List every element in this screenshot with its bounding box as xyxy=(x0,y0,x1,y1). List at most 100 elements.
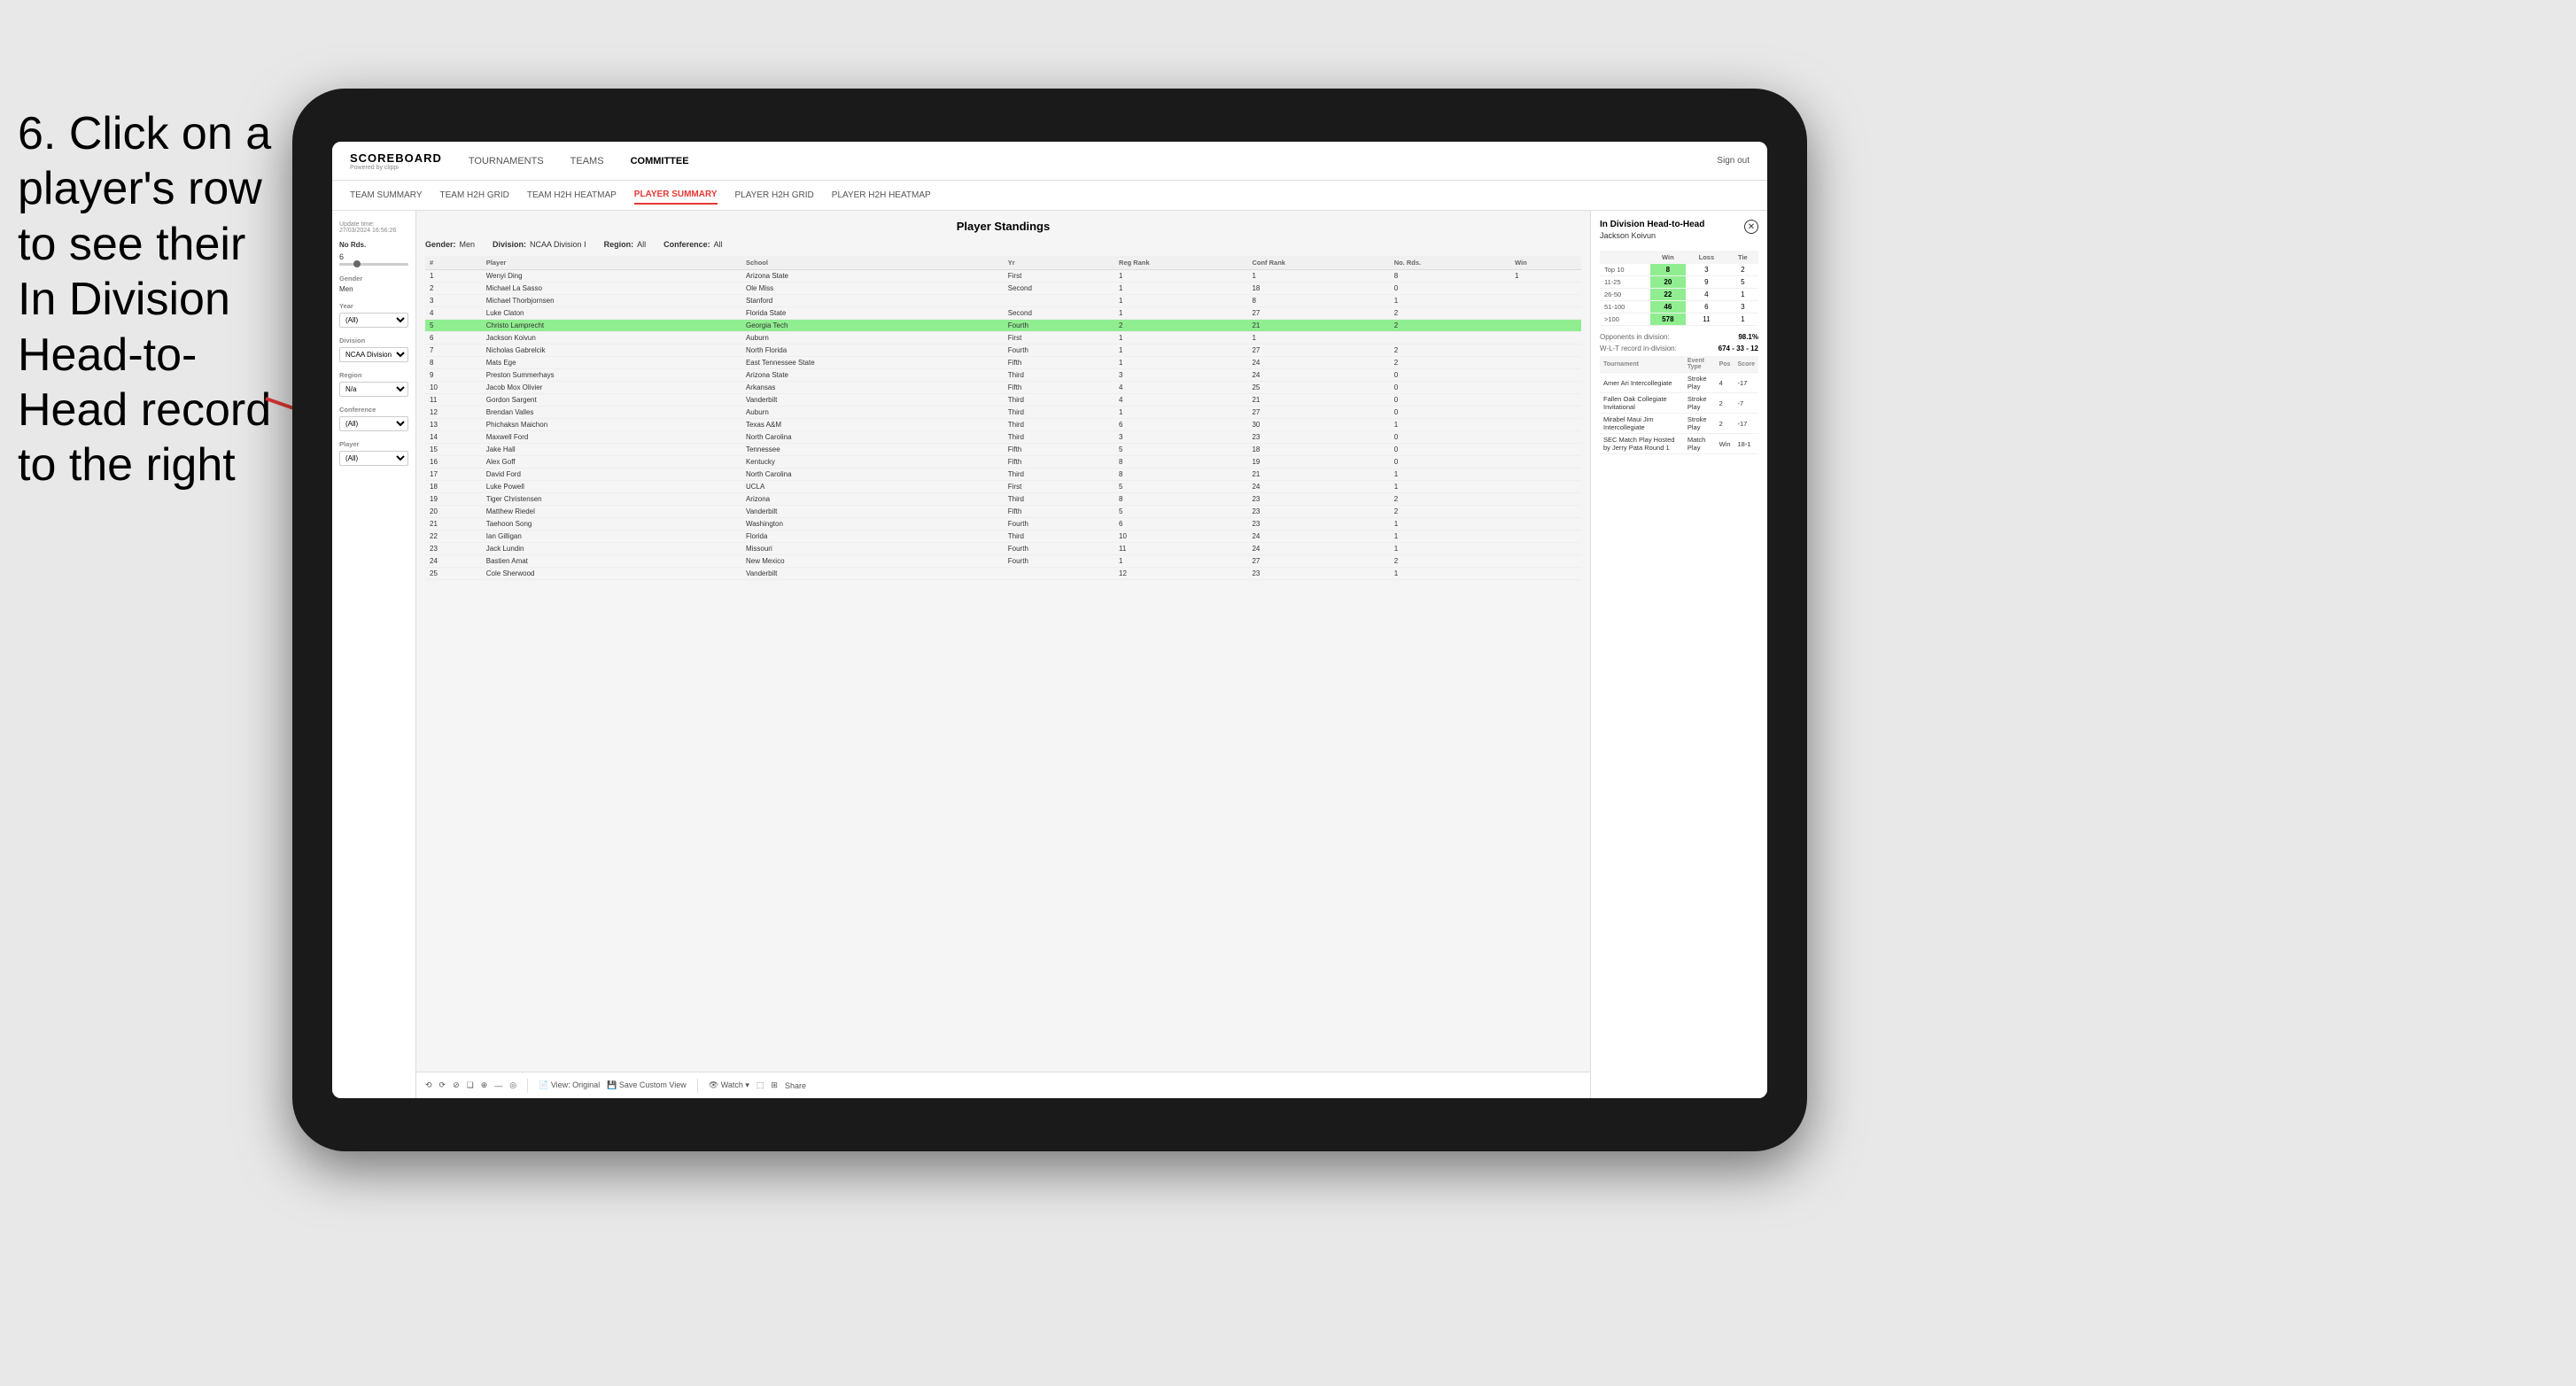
nav-tournaments[interactable]: TOURNAMENTS xyxy=(469,152,544,170)
table-row[interactable]: 10 Jacob Mox Olivier Arkansas Fifth 4 25… xyxy=(425,382,1581,394)
table-row[interactable]: 8 Mats Ege East Tennessee State Fifth 1 … xyxy=(425,357,1581,369)
tournament-row: SEC Match Play Hosted by Jerry Pata Roun… xyxy=(1600,434,1758,454)
col-conf-rank: Conf Rank xyxy=(1247,256,1389,270)
region-select[interactable]: N/a xyxy=(339,382,408,397)
table-row[interactable]: 22 Ian Gilligan Florida Third 10 24 1 xyxy=(425,530,1581,543)
table-row[interactable]: 4 Luke Claton Florida State Second 1 27 … xyxy=(425,307,1581,320)
add-button[interactable]: ⊕ xyxy=(481,1080,488,1090)
save-custom-view-button[interactable]: 💾 Save Custom View xyxy=(607,1080,687,1090)
watch-button[interactable]: 👁 Watch ▾ xyxy=(709,1080,749,1090)
cell-num: 8 xyxy=(425,357,482,369)
table-row[interactable]: 6 Jackson Koivun Auburn First 1 1 xyxy=(425,332,1581,345)
division-select[interactable]: NCAA Division I xyxy=(339,347,408,362)
table-row[interactable]: 7 Nicholas Gabrelcik North Florida Fourt… xyxy=(425,345,1581,357)
tournament-row: Mirabel Maui Jim Intercollegiate Stroke … xyxy=(1600,414,1758,434)
tournament-cell-pos: Win xyxy=(1716,434,1734,454)
sign-out-button[interactable]: Sign out xyxy=(1717,156,1750,166)
tournament-table: Tournament Event Type Pos Score Amer Ari… xyxy=(1600,356,1758,454)
cell-reg: 10 xyxy=(1114,530,1247,543)
table-row[interactable]: 18 Luke Powell UCLA First 5 24 1 xyxy=(425,481,1581,493)
table-row[interactable]: 16 Alex Goff Kentucky Fifth 8 19 0 xyxy=(425,456,1581,468)
cell-rds: 2 xyxy=(1390,307,1510,320)
cell-conf: 18 xyxy=(1247,283,1389,295)
table-row[interactable]: 15 Jake Hall Tennessee Fifth 5 18 0 xyxy=(425,444,1581,456)
table-row[interactable]: 25 Cole Sherwood Vanderbilt 12 23 1 xyxy=(425,568,1581,580)
cell-win xyxy=(1510,357,1581,369)
separator-2 xyxy=(697,1079,698,1093)
h2h-row: 26-50 22 4 1 xyxy=(1600,289,1758,301)
nav-teams[interactable]: TEAMS xyxy=(570,152,604,170)
table-row[interactable]: 19 Tiger Christensen Arizona Third 8 23 … xyxy=(425,493,1581,506)
cell-num: 14 xyxy=(425,431,482,444)
tournament-cell-type: Match Play xyxy=(1684,434,1716,454)
tab-player-h2h-grid[interactable]: PLAYER H2H GRID xyxy=(735,187,814,204)
table-header-row: # Player School Yr Reg Rank Conf Rank No… xyxy=(425,256,1581,270)
filter-conference: Conference: All xyxy=(663,240,723,249)
h2h-stats-table: Win Loss Tie Top 10 8 3 2 11-25 20 9 5 2… xyxy=(1600,251,1758,326)
grid-button[interactable]: ⊞ xyxy=(771,1080,778,1090)
cell-win xyxy=(1510,444,1581,456)
close-h2h-button[interactable]: ✕ xyxy=(1744,220,1758,234)
table-row[interactable]: 2 Michael La Sasso Ole Miss Second 1 18 … xyxy=(425,283,1581,295)
col-win: Win xyxy=(1510,256,1581,270)
sidebar-conference: Conference (All) xyxy=(339,406,408,431)
tab-player-summary[interactable]: PLAYER SUMMARY xyxy=(634,186,718,205)
tournament-cell-score: -7 xyxy=(1734,393,1758,414)
cell-yr: Fifth xyxy=(1004,456,1114,468)
cell-school: Ole Miss xyxy=(741,283,1004,295)
table-row[interactable]: 14 Maxwell Ford North Carolina Third 3 2… xyxy=(425,431,1581,444)
table-row[interactable]: 23 Jack Lundin Missouri Fourth 11 24 1 xyxy=(425,543,1581,555)
table-row[interactable]: 1 Wenyi Ding Arizona State First 1 1 8 1 xyxy=(425,270,1581,283)
tab-team-h2h-heatmap[interactable]: TEAM H2H HEATMAP xyxy=(527,187,617,204)
cell-school: Georgia Tech xyxy=(741,320,1004,332)
col-player: Player xyxy=(482,256,741,270)
cell-conf: 8 xyxy=(1247,295,1389,307)
filter-region: Region: All xyxy=(604,240,647,249)
minus-button[interactable]: — xyxy=(494,1081,502,1090)
table-row[interactable]: 3 Michael Thorbjornsen Stanford 1 8 1 xyxy=(425,295,1581,307)
tournament-cell-name: Fallen Oak Collegiate Invitational xyxy=(1600,393,1684,414)
cell-conf: 19 xyxy=(1247,456,1389,468)
player-select[interactable]: (All) xyxy=(339,451,408,466)
table-row[interactable]: 11 Gordon Sargent Vanderbilt Third 4 21 … xyxy=(425,394,1581,407)
tab-player-h2h-heatmap[interactable]: PLAYER H2H HEATMAP xyxy=(832,187,931,204)
table-row[interactable]: 24 Bastien Amat New Mexico Fourth 1 27 2 xyxy=(425,555,1581,568)
cell-reg: 2 xyxy=(1114,320,1247,332)
conference-select[interactable]: (All) xyxy=(339,416,408,431)
tournament-cell-name: Mirabel Maui Jim Intercollegiate xyxy=(1600,414,1684,434)
copy-button[interactable]: ❏ xyxy=(467,1080,474,1090)
standings-container: Player Standings Gender: Men Division: N… xyxy=(416,211,1590,1072)
cell-reg: 4 xyxy=(1114,382,1247,394)
standings-table: # Player School Yr Reg Rank Conf Rank No… xyxy=(425,256,1581,580)
reset-button[interactable]: ⊘ xyxy=(453,1080,460,1090)
table-row[interactable]: 13 Phichaksn Maichon Texas A&M Third 6 3… xyxy=(425,419,1581,431)
redo-button[interactable]: ⟳ xyxy=(439,1080,446,1090)
cell-win xyxy=(1510,568,1581,580)
export-button[interactable]: ⬚ xyxy=(757,1080,764,1090)
cell-rds: 2 xyxy=(1390,357,1510,369)
table-row[interactable]: 5 Christo Lamprecht Georgia Tech Fourth … xyxy=(425,320,1581,332)
h2h-cell-rank: 26-50 xyxy=(1600,289,1650,301)
cell-rds: 2 xyxy=(1390,555,1510,568)
settings-button[interactable]: ◎ xyxy=(509,1080,516,1090)
undo-button[interactable]: ⟲ xyxy=(425,1080,432,1090)
h2h-cell-win: 8 xyxy=(1650,264,1686,276)
cell-conf: 24 xyxy=(1247,543,1389,555)
year-select[interactable]: (All) xyxy=(339,313,408,328)
table-row[interactable]: 12 Brendan Valles Auburn Third 1 27 0 xyxy=(425,407,1581,419)
share-button[interactable]: Share xyxy=(785,1081,806,1090)
tab-team-summary[interactable]: TEAM SUMMARY xyxy=(350,187,423,204)
tournament-cell-type: Stroke Play xyxy=(1684,393,1716,414)
cell-reg: 1 xyxy=(1114,332,1247,345)
cell-reg: 4 xyxy=(1114,394,1247,407)
table-row[interactable]: 20 Matthew Riedel Vanderbilt Fifth 5 23 … xyxy=(425,506,1581,518)
tournament-cell-pos: 2 xyxy=(1716,414,1734,434)
tab-team-h2h-grid[interactable]: TEAM H2H GRID xyxy=(440,187,509,204)
nav-committee[interactable]: COMMITTEE xyxy=(631,152,689,170)
table-row[interactable]: 21 Taehoon Song Washington Fourth 6 23 1 xyxy=(425,518,1581,530)
table-row[interactable]: 17 David Ford North Carolina Third 8 21 … xyxy=(425,468,1581,481)
view-original-button[interactable]: 📄 View: Original xyxy=(539,1080,600,1090)
cell-player: Tiger Christensen xyxy=(482,493,741,506)
cell-num: 6 xyxy=(425,332,482,345)
table-row[interactable]: 9 Preston Summerhays Arizona State Third… xyxy=(425,369,1581,382)
